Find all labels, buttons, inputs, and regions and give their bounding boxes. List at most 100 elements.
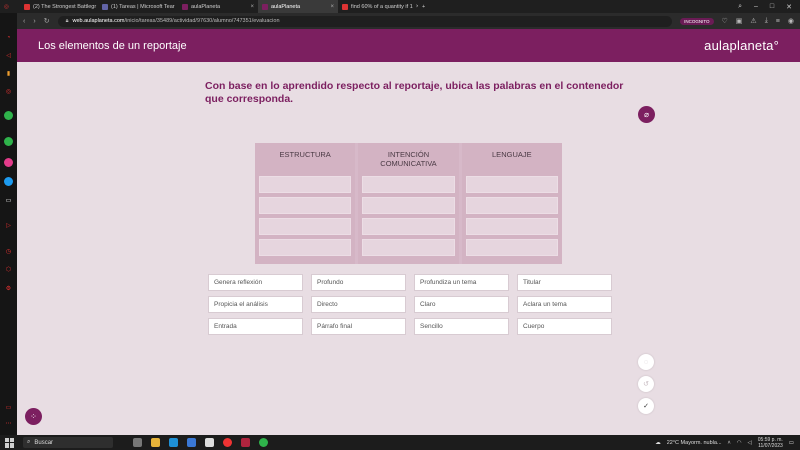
opera-gx-icon[interactable] <box>241 438 250 447</box>
spotify-icon[interactable] <box>4 137 13 146</box>
weather-text[interactable]: 22°C Mayorm. nubla... <box>667 440 722 446</box>
column-header: LENGUAJE <box>492 150 532 159</box>
twitter-icon[interactable] <box>4 177 13 186</box>
word-chip[interactable]: Aclara un tema <box>517 296 612 313</box>
maximize-icon[interactable]: □ <box>770 3 774 10</box>
word-chip[interactable]: Claro <box>414 296 509 313</box>
camera-icon[interactable]: ▣ <box>736 17 743 25</box>
windows-start-icon[interactable] <box>5 437 15 448</box>
browser-tab-bar: ◎ (2) The Strongest Battlegr × (1) Tarea… <box>0 0 800 13</box>
word-chip[interactable]: Profundiza un tema <box>414 274 509 291</box>
lightbulb-icon[interactable]: ◌ <box>638 354 654 370</box>
discord-icon[interactable]: ▭ <box>4 196 13 205</box>
word-chip[interactable]: Titular <box>517 274 612 291</box>
close-window-icon[interactable]: ✕ <box>786 3 792 11</box>
bookmark-icon[interactable]: ♡ <box>722 17 728 25</box>
close-icon[interactable]: × <box>330 4 334 10</box>
play-icon[interactable]: ▷ <box>4 221 13 230</box>
edge-icon[interactable] <box>169 438 178 447</box>
check-icon[interactable]: ✓ <box>638 398 654 414</box>
opera-icon[interactable] <box>223 438 232 447</box>
whatsapp-icon[interactable] <box>4 111 13 120</box>
messenger-icon[interactable] <box>4 158 13 167</box>
column-intencion-comunicativa: INTENCIÓN COMUNICATIVA <box>358 143 459 264</box>
reload-icon[interactable]: ↻ <box>44 17 50 25</box>
back-icon[interactable]: ‹ <box>23 18 25 25</box>
address-bar: ‹ › ↻ 🔒︎ web.aulaplaneta.com/inicio/tare… <box>17 13 800 29</box>
aulaplaneta-logo[interactable]: aulaplaneta° <box>704 38 779 53</box>
browser-menu-icon[interactable]: ◎ <box>0 0 20 13</box>
word-chip[interactable]: Párrafo final <box>311 318 406 335</box>
minimize-icon[interactable]: – <box>754 3 758 10</box>
close-icon[interactable]: × <box>250 4 254 10</box>
app-icon[interactable] <box>205 438 214 447</box>
forward-icon[interactable]: › <box>33 18 35 25</box>
new-tab-button[interactable]: + <box>418 0 430 13</box>
drop-slot[interactable] <box>465 197 558 214</box>
drop-grid: ESTRUCTURA INTENCIÓN COMUNICATIVA LENGUA… <box>255 143 562 264</box>
task-view-icon[interactable] <box>133 438 142 447</box>
taskbar-search[interactable]: ⌕ Buscar <box>23 437 113 448</box>
word-chip[interactable]: Propicia el análisis <box>208 296 303 313</box>
drop-slot[interactable] <box>259 239 352 256</box>
incognito-badge[interactable]: INCOGNITO <box>680 17 714 25</box>
browser-tab-0[interactable]: (2) The Strongest Battlegr × <box>20 0 98 13</box>
menu-icon[interactable]: ≡ <box>776 18 780 25</box>
column-header: ESTRUCTURA <box>279 150 331 159</box>
drop-slot[interactable] <box>465 176 558 193</box>
store-icon[interactable] <box>187 438 196 447</box>
file-explorer-icon[interactable] <box>151 438 160 447</box>
settings-icon[interactable]: ⚙ <box>4 284 13 293</box>
question-text: Con base en lo aprendido respecto al rep… <box>205 80 624 105</box>
drop-slot[interactable] <box>259 176 352 193</box>
url-path: /inicio/tareas/35489/actividad/97630/alu… <box>124 18 280 24</box>
word-bank: Genera reflexión Profundo Profundiza un … <box>208 274 612 335</box>
youtube-icon <box>24 3 30 10</box>
drop-slot[interactable] <box>362 239 455 256</box>
apps-grid-button[interactable]: ⁘ <box>25 408 42 425</box>
more-icon[interactable]: ⋯ <box>4 419 13 428</box>
profile-icon[interactable]: ◉ <box>788 17 794 25</box>
tab-title: find 60% of a quantity if 1 <box>351 3 413 10</box>
drop-slot[interactable] <box>362 176 455 193</box>
search-label: Buscar <box>34 439 54 446</box>
drop-slot[interactable] <box>465 218 558 235</box>
browser-tab-3[interactable]: aulaPlaneta × <box>258 0 338 13</box>
drop-slot[interactable] <box>259 197 352 214</box>
spotify-icon[interactable] <box>259 438 268 447</box>
attachment-button[interactable]: ⌀ <box>638 106 655 123</box>
browser-tab-2[interactable]: aulaPlaneta × <box>178 0 258 13</box>
url-host: web.aulaplaneta.com <box>72 18 125 24</box>
url-field[interactable]: 🔒︎ web.aulaplaneta.com/inicio/tareas/354… <box>57 15 673 27</box>
search-engine-icon <box>342 3 348 10</box>
instagram-icon[interactable]: ◎ <box>4 87 13 96</box>
word-chip[interactable]: Directo <box>311 296 406 313</box>
wifi-icon[interactable]: ◠ <box>737 440 742 446</box>
drop-slot[interactable] <box>259 218 352 235</box>
drop-slot[interactable] <box>362 197 455 214</box>
word-chip[interactable]: Profundo <box>311 274 406 291</box>
drop-slot[interactable] <box>362 218 455 235</box>
word-chip[interactable]: Sencillo <box>414 318 509 335</box>
downloads-icon[interactable]: ⤓ <box>765 17 768 25</box>
word-chip[interactable]: Entrada <box>208 318 303 335</box>
word-chip[interactable]: Genera reflexión <box>208 274 303 291</box>
box-icon[interactable]: ⬡ <box>4 265 13 274</box>
twitch-icon[interactable]: ▮ <box>4 69 13 78</box>
browser-tab-4[interactable]: find 60% of a quantity if 1 × <box>338 0 418 13</box>
volume-icon[interactable]: ◁ <box>748 440 752 446</box>
notifications-icon[interactable]: ▭ <box>789 440 794 446</box>
browser-tab-1[interactable]: (1) Tareas | Microsoft Tear × <box>98 0 178 13</box>
extensions-icon[interactable]: ⚠ <box>750 17 756 25</box>
home-icon[interactable]: ◔ <box>4 33 13 42</box>
word-chip[interactable]: Cuerpo <box>517 318 612 335</box>
undo-icon[interactable]: ↺ <box>638 376 654 392</box>
clock-icon[interactable]: ◷ <box>4 247 13 256</box>
layout-icon[interactable]: ▭ <box>4 403 13 412</box>
drop-slot[interactable] <box>465 239 558 256</box>
arrow-icon[interactable]: ◁ <box>4 51 13 60</box>
clock[interactable]: 05:59 p. m. 11/07/2023 <box>758 437 783 449</box>
chevron-up-icon[interactable]: ˄ <box>728 440 731 446</box>
activity-tools: ◌ ↺ ✓ <box>638 354 654 414</box>
search-tabs-icon[interactable]: ⌕ <box>738 3 742 11</box>
